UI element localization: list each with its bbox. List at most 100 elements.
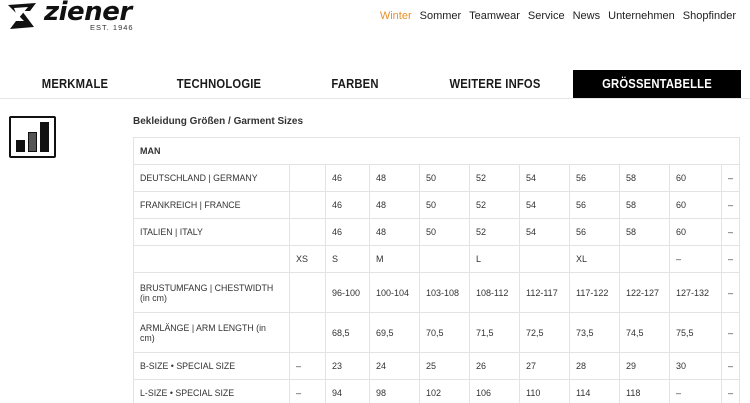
table-cell: –: [720, 312, 741, 353]
table-cell: 69,5: [369, 312, 420, 353]
size-chart-bar-large: [40, 122, 49, 152]
table-cell: 122-127: [619, 272, 670, 313]
table-cell: –: [720, 272, 741, 313]
table-cell: 48: [369, 218, 420, 246]
table-cell: 27: [519, 352, 570, 380]
table-cell: 75,5: [669, 312, 722, 353]
table-cell: [289, 218, 326, 246]
table-cell: 54: [519, 218, 570, 246]
table-row: DEUTSCHLAND | GERMANY 46 48 50 52 54 56 58 60–: [133, 164, 741, 192]
table-cell: [289, 164, 326, 192]
table-cell: 112-117: [519, 272, 570, 313]
table-cell: –: [720, 218, 741, 246]
table-cell: 29: [619, 352, 670, 380]
table-cell: 25: [419, 352, 470, 380]
nav-shopfinder[interactable]: Shopfinder: [683, 10, 736, 22]
nav-news[interactable]: News: [573, 10, 601, 22]
table-cell: –: [720, 191, 741, 219]
table-cell: M: [369, 245, 420, 273]
table-cell: 94: [325, 379, 370, 403]
tab-groessentabelle[interactable]: GRÖSSENTABELLE: [573, 70, 741, 98]
size-chart-icon: [9, 116, 56, 158]
table-cell: –: [669, 245, 722, 273]
table-cell: XS: [289, 245, 326, 273]
table-cell: 56: [569, 218, 620, 246]
nav-teamwear[interactable]: Teamwear: [469, 10, 520, 22]
table-cell: 58: [619, 191, 670, 219]
site-header: ziener EST. 1946 Winter Sommer Teamwear …: [0, 0, 750, 36]
nav-unternehmen[interactable]: Unternehmen: [608, 10, 675, 22]
main-nav: Winter Sommer Teamwear Service News Unte…: [372, 10, 736, 22]
table-cell: 28: [569, 352, 620, 380]
table-cell: [619, 245, 670, 273]
table-cell: 103-108: [419, 272, 470, 313]
table-cell: 110: [519, 379, 570, 403]
table-cell: XL: [569, 245, 620, 273]
table-cell: 72,5: [519, 312, 570, 353]
tab-groessentabelle-label: GRÖSSENTABELLE: [602, 77, 712, 91]
tab-divider: [0, 98, 750, 99]
size-table: MAN DEUTSCHLAND | GERMANY 46 48 50 52 54 56 58 6…: [132, 137, 741, 403]
table-row: FRANKREICH | FRANCE 46 48 50 52 54 56 58 60–: [133, 191, 741, 219]
table-cell: L: [469, 245, 520, 273]
row-label: L-SIZE • SPECIAL SIZE: [133, 379, 290, 403]
table-cell: 102: [419, 379, 470, 403]
table-cell: 118: [619, 379, 670, 403]
table-cell: 50: [419, 164, 470, 192]
table-cell: 73,5: [569, 312, 620, 353]
table-cell: –: [289, 379, 326, 403]
table-cell: 52: [469, 218, 520, 246]
table-cell: 106: [469, 379, 520, 403]
size-chart-bar-small: [16, 140, 25, 152]
table-cell: 50: [419, 191, 470, 219]
table-cell: [289, 312, 326, 353]
table-cell: 100-104: [369, 272, 420, 313]
table-cell: 108-112: [469, 272, 520, 313]
table-cell: –: [289, 352, 326, 380]
table-cell: 46: [325, 191, 370, 219]
table-cell: 56: [569, 191, 620, 219]
table-cell: [289, 191, 326, 219]
table-cell: 58: [619, 218, 670, 246]
table-cell: –: [669, 379, 722, 403]
table-cell: –: [720, 379, 741, 403]
table-cell: 48: [369, 191, 420, 219]
table-cell: 23: [325, 352, 370, 380]
table-row: B-SIZE • SPECIAL SIZE –23 24 25 26 27 28 29 30–: [133, 352, 741, 380]
table-cell: 60: [669, 218, 722, 246]
row-label: ITALIEN | ITALY: [133, 218, 290, 246]
table-cell: –: [720, 245, 741, 273]
ziener-logo-icon: [8, 3, 36, 29]
table-row: L-SIZE • SPECIAL SIZE –94 98 102 106 110 114 11…: [133, 379, 741, 403]
tab-merkmale[interactable]: MERKMALE: [26, 70, 125, 98]
table-cell: 127-132: [669, 272, 722, 313]
row-label: BRUSTUMFANG | CHESTWIDTH (in cm): [133, 272, 290, 313]
table-cell: 54: [519, 191, 570, 219]
brand-logo[interactable]: ziener EST. 1946: [6, 0, 156, 33]
table-cell: 114: [569, 379, 620, 403]
tab-farben[interactable]: FARBEN: [310, 70, 400, 98]
table-cell: 58: [619, 164, 670, 192]
table-cell: 26: [469, 352, 520, 380]
table-cell: 96-100: [325, 272, 370, 313]
nav-winter[interactable]: Winter: [380, 10, 412, 22]
table-cell: 60: [669, 191, 722, 219]
size-chart-bar-medium: [28, 132, 37, 152]
table-cell: 117-122: [569, 272, 620, 313]
table-cell: 46: [325, 218, 370, 246]
table-row: ARMLÄNGE | ARM LENGTH (in cm) 68,5 69,5 70,…: [133, 312, 741, 353]
nav-sommer[interactable]: Sommer: [420, 10, 462, 22]
table-cell: 24: [369, 352, 420, 380]
tab-weitere-infos[interactable]: WEITERE INFOS: [437, 70, 554, 98]
row-label: ARMLÄNGE | ARM LENGTH (in cm): [133, 312, 290, 353]
row-label: B-SIZE • SPECIAL SIZE: [133, 352, 290, 380]
brand-est: EST. 1946: [90, 23, 134, 32]
table-cell: [519, 245, 570, 273]
tab-technologie[interactable]: TECHNOLOGIE: [166, 70, 272, 98]
row-label: DEUTSCHLAND | GERMANY: [133, 164, 290, 192]
nav-service[interactable]: Service: [528, 10, 565, 22]
product-tabs: MERKMALE TECHNOLOGIE FARBEN WEITERE INFO…: [0, 70, 750, 98]
table-cell: –: [720, 352, 741, 380]
table-row: ITALIEN | ITALY 46 48 50 52 54 56 58 60–: [133, 218, 741, 246]
table-cell: 71,5: [469, 312, 520, 353]
